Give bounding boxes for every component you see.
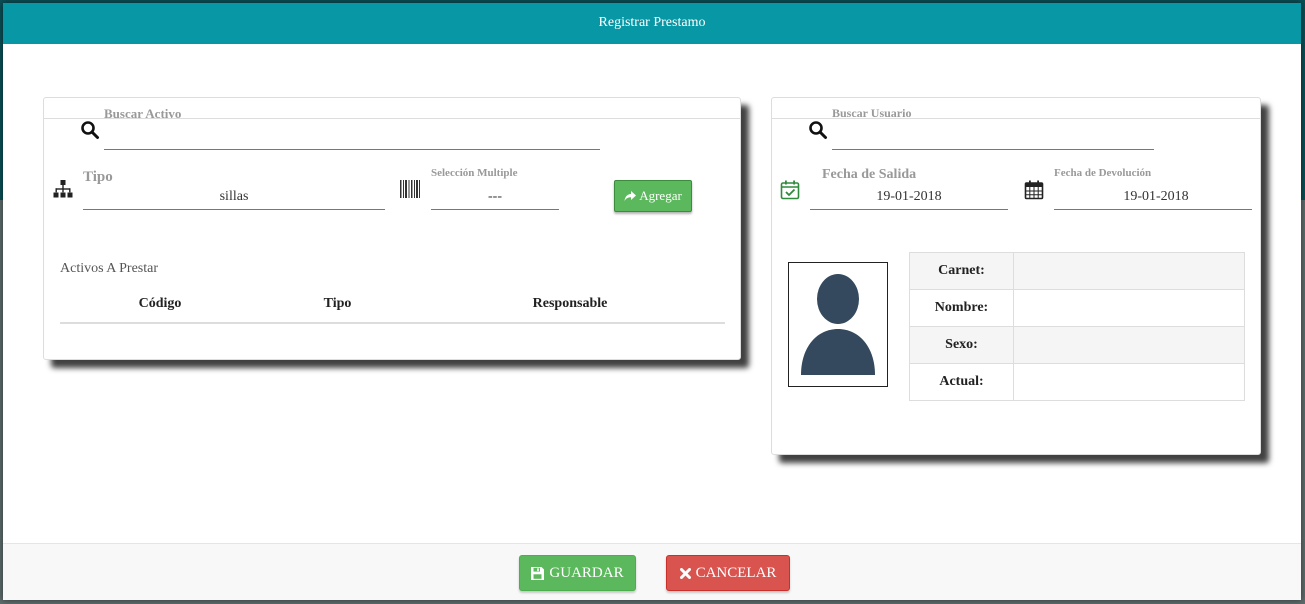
- agregar-button[interactable]: Agregar: [614, 180, 692, 212]
- fecha-salida-label: Fecha de Salida: [822, 167, 917, 182]
- guardar-label: GUARDAR: [549, 564, 624, 581]
- close-icon: [679, 567, 691, 579]
- buscar-activo-input[interactable]: [104, 126, 600, 150]
- actual-label: Actual:: [909, 363, 1014, 401]
- nombre-label: Nombre:: [909, 289, 1014, 327]
- fecha-devolucion-input[interactable]: [1054, 184, 1252, 210]
- column-header-tipo: Tipo: [260, 288, 415, 324]
- cancelar-button[interactable]: CANCELAR: [666, 555, 790, 591]
- activos-table: Código Tipo Responsable: [60, 288, 725, 324]
- search-icon: [809, 121, 827, 139]
- sitemap-icon: [53, 180, 73, 198]
- modal-footer: GUARDAR CANCELAR: [3, 543, 1301, 600]
- save-icon: [531, 566, 545, 580]
- activo-panel: Buscar Activo Tipo sillas Selección Mult…: [43, 97, 741, 360]
- user-avatar-icon: [801, 274, 875, 375]
- activos-a-prestar-title: Activos A Prestar: [60, 261, 158, 276]
- table-row: Actual:: [909, 363, 1245, 401]
- user-photo: [788, 262, 888, 387]
- seleccion-multiple-label: Selección Multiple: [431, 167, 518, 179]
- usuario-panel: Buscar Usuario Fecha de Salida 19-01-201…: [771, 97, 1261, 455]
- sexo-label: Sexo:: [909, 326, 1014, 364]
- carnet-label: Carnet:: [909, 252, 1014, 290]
- tipo-input[interactable]: [83, 184, 385, 210]
- table-row: Nombre:: [909, 289, 1245, 327]
- share-icon: [624, 190, 637, 201]
- carnet-value: [1013, 252, 1245, 290]
- calendar-icon: [1024, 180, 1044, 200]
- buscar-usuario-label: Buscar Usuario: [832, 106, 912, 120]
- user-info-table: Carnet: Nombre: Sexo: Actual:: [909, 252, 1245, 401]
- table-row: Carnet:: [909, 252, 1245, 290]
- barcode-icon: [400, 180, 420, 198]
- calendar-check-icon: [780, 180, 800, 200]
- seleccion-multiple-input[interactable]: [431, 184, 559, 210]
- modal-title: Registrar Prestamo: [3, 3, 1301, 44]
- sexo-value: [1013, 326, 1245, 364]
- guardar-button[interactable]: GUARDAR: [519, 555, 636, 591]
- buscar-usuario-input[interactable]: [832, 126, 1154, 150]
- actual-value: [1013, 363, 1245, 401]
- table-row: Sexo:: [909, 326, 1245, 364]
- fecha-salida-input[interactable]: [810, 184, 1008, 210]
- nombre-value: [1013, 289, 1245, 327]
- column-header-codigo: Código: [60, 288, 260, 324]
- agregar-label: Agregar: [639, 188, 682, 203]
- search-icon: [81, 121, 99, 139]
- buscar-activo-label: Buscar Activo: [104, 106, 182, 121]
- cancelar-label: CANCELAR: [695, 564, 777, 581]
- column-header-responsable: Responsable: [415, 288, 725, 324]
- registrar-prestamo-modal: Registrar Prestamo Buscar Activo Tipo si…: [3, 3, 1301, 600]
- fecha-devolucion-label: Fecha de Devolución: [1054, 167, 1152, 179]
